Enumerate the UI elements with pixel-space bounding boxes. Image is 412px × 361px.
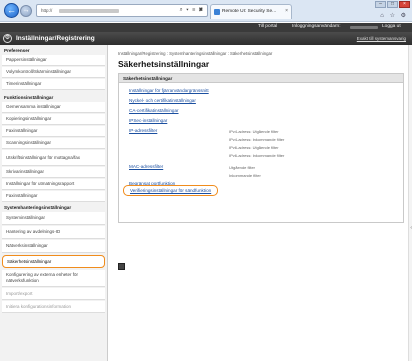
- minimize-button[interactable]: –: [375, 1, 386, 8]
- panel-title: Säkerhetsinställningar: [123, 76, 173, 81]
- address-bar[interactable]: http:// ⌕ ▾ ≡ ✖: [36, 4, 208, 17]
- ipv4-inbound-filter: IPv4-adress: Inkommande filter: [229, 137, 285, 142]
- sidebar-item-common[interactable]: Gemensamma inställningar: [2, 102, 105, 113]
- sidebar-item-fax[interactable]: Faxinställningar: [2, 126, 105, 137]
- link-send-verification[interactable]: Verifieringsinställningar för sändfunkti…: [123, 185, 219, 196]
- sidebar-heading-preferences: Preferenser: [4, 48, 30, 53]
- sidebar-item-import-export[interactable]: Import/export: [2, 288, 105, 300]
- login-user-label: Inloggningsanvändarn:: [292, 24, 341, 29]
- maximize-button[interactable]: □: [387, 1, 398, 8]
- close-tab-icon[interactable]: ×: [285, 8, 288, 14]
- ipv6-outbound-filter: IPv6-adress: Utgående filter: [229, 145, 279, 150]
- sidebar-item-received-print[interactable]: Utskriftsinställningar för mottagna/fax: [2, 150, 105, 166]
- logout-link[interactable]: Logga ut: [382, 24, 401, 29]
- browser-tools-icons[interactable]: ⌂ ☆ ⚙: [380, 12, 408, 19]
- address-bar-icons[interactable]: ⌕ ▾ ≡ ✖: [180, 7, 204, 14]
- link-remote-ui-settings[interactable]: Inställningar för fjärranvändargränssnit…: [129, 88, 209, 93]
- sidebar-item-external-devices[interactable]: Konfigurering av externa enheter för nät…: [2, 270, 105, 287]
- sidebar-item-output-report[interactable]: Inställningar för utmatningsrapport: [2, 179, 105, 190]
- sidebar-item-volume[interactable]: Volymkontroll/Skärminställningar: [2, 67, 105, 78]
- browser-tab[interactable]: Remote UI: Security Se... ×: [210, 4, 292, 19]
- browser-chrome: ← → http:// ⌕ ▾ ≡ ✖ Remote UI: Security …: [0, 0, 412, 22]
- sidebar-item-paper[interactable]: Pappersinställningar: [2, 55, 105, 66]
- address-prefix: http://: [41, 8, 53, 13]
- ipv4-outbound-filter: IPv4-adress: Utgående filter: [229, 129, 279, 134]
- link-key-certificate[interactable]: Nyckel- och certifikatinställningar: [129, 98, 196, 103]
- to-system-admin-link[interactable]: Exakt till systemansvarig: [357, 36, 406, 41]
- mac-outbound-filter: Utgående filter: [229, 165, 256, 170]
- page-title: Säkerhetsinställningar: [118, 59, 210, 69]
- panel-header: Säkerhetsinställningar: [119, 74, 403, 83]
- printer-icon[interactable]: [118, 263, 125, 270]
- link-ip-filter[interactable]: IP-adressfilter: [129, 128, 157, 133]
- link-mac-filter[interactable]: MAC-adressfilter: [129, 164, 163, 169]
- link-ipsec[interactable]: IPSec-inställningar: [129, 118, 167, 123]
- ipv6-inbound-filter: IPv6-adress: Inkommande filter: [229, 153, 285, 158]
- scrollbar[interactable]: ‹: [408, 45, 412, 361]
- sidebar: Preferenser Pappersinställningar Volymko…: [0, 45, 108, 361]
- sidebar-item-timer[interactable]: Timerinställningar: [2, 79, 105, 90]
- back-button[interactable]: ←: [4, 3, 19, 18]
- security-settings-panel: Säkerhetsinställningar Inställningar för…: [118, 73, 404, 223]
- sidebar-item-security[interactable]: Säkerhetsinställningar: [2, 255, 105, 268]
- sidebar-item-initialize[interactable]: Initiera konfigurationsinformation: [2, 301, 105, 313]
- window-controls: – □ ×: [375, 1, 410, 9]
- sidebar-item-printer[interactable]: Skrivarinställningar: [2, 167, 105, 178]
- close-window-button[interactable]: ×: [399, 1, 410, 8]
- sidebar-heading-functions: Funktionsinställningar: [4, 95, 54, 100]
- username-redacted: [350, 26, 378, 29]
- sidebar-item-copy[interactable]: Kopieringsinställningar: [2, 114, 105, 125]
- tab-label: Remote UI: Security Se...: [222, 9, 277, 14]
- link-ca-certificate[interactable]: CA-certifikatinställningar: [129, 108, 179, 113]
- settings-gear-icon: ⚙: [3, 34, 12, 43]
- sidebar-item-system[interactable]: Systeminställningar: [2, 212, 105, 225]
- mac-inbound-filter: Inkommande filter: [229, 173, 261, 178]
- app-header: ⚙ Inställningar/Registrering Exakt till …: [0, 32, 412, 45]
- sidebar-item-scan[interactable]: Scanningsinställningar: [2, 138, 105, 149]
- address-redacted: [59, 9, 119, 13]
- sidebar-item-network[interactable]: Nätverksinställningar: [2, 240, 105, 253]
- app-topbar: Till portal Inloggningsanvändarn: Logga …: [0, 23, 412, 32]
- sidebar-item-fax-2[interactable]: Faxinställningar: [2, 191, 105, 202]
- portal-link[interactable]: Till portal: [258, 24, 277, 29]
- main-content: Inställningar/Registrering : Systemhante…: [112, 45, 412, 361]
- breadcrumb: Inställningar/Registrering : Systemhante…: [118, 51, 273, 56]
- sidebar-item-department-id[interactable]: Hantering av avdelnings-ID: [2, 226, 105, 239]
- forward-button[interactable]: →: [20, 5, 32, 17]
- sidebar-heading-system: Systemhanteringsinställningar: [4, 205, 72, 210]
- page-favicon-icon: [214, 9, 220, 15]
- app-title: Inställningar/Registrering: [16, 35, 95, 42]
